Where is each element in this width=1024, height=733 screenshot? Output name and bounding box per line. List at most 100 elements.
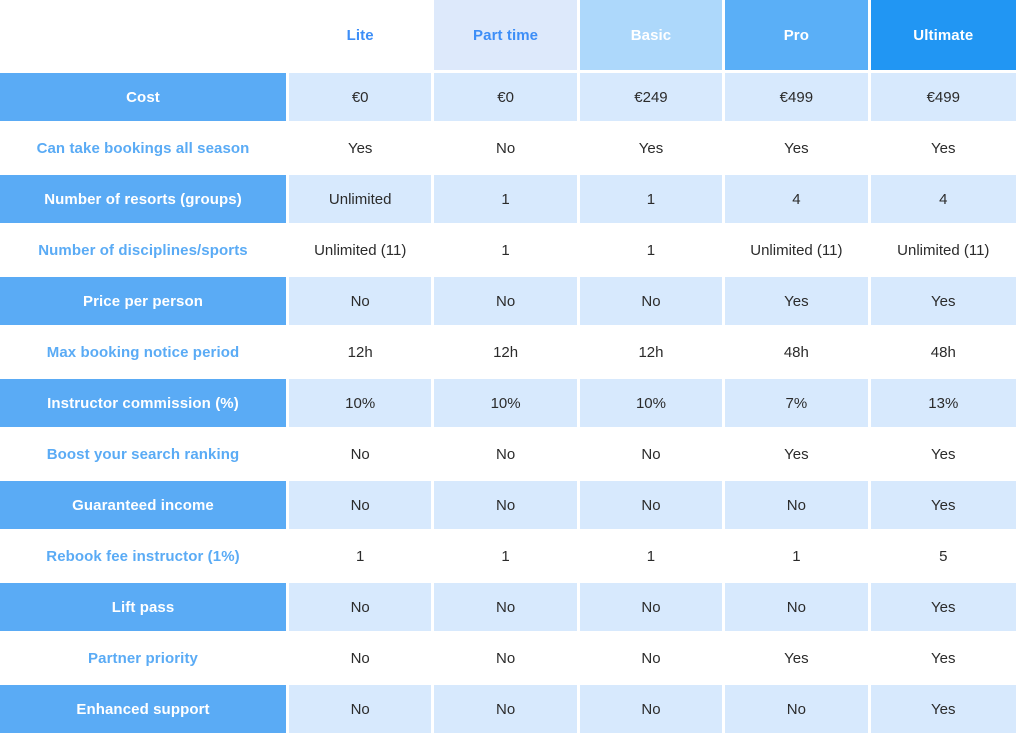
table-cell: Yes	[289, 121, 435, 172]
row-label: Price per person	[0, 274, 289, 325]
table-cell: 1	[579, 529, 726, 580]
table-cell: No	[289, 631, 435, 682]
table-cell: 10%	[434, 376, 580, 427]
table-cell: No	[725, 682, 871, 733]
table-cell: 48h	[870, 325, 1016, 376]
table-row: Can take bookings all season Yes No Yes Yes Y…	[0, 121, 1016, 172]
table-cell: 5	[870, 529, 1016, 580]
table-cell: No	[579, 274, 726, 325]
table-cell: 13%	[870, 376, 1016, 427]
table-row: Number of disciplines/sports Unlimited (1…	[0, 223, 1016, 274]
table-cell: 1	[434, 529, 580, 580]
table-cell: Yes	[579, 121, 726, 172]
column-header-part-time[interactable]: Part time	[434, 0, 580, 70]
row-label: Number of disciplines/sports	[0, 223, 289, 274]
table-row: Boost your search ranking No No No Yes Yes	[0, 427, 1016, 478]
table-cell: No	[434, 580, 580, 631]
table-cell: 48h	[725, 325, 871, 376]
column-header-lite[interactable]: Lite	[289, 0, 435, 70]
table-cell: No	[434, 631, 580, 682]
table-cell: €499	[870, 70, 1016, 121]
row-label: Enhanced support	[0, 682, 289, 733]
table-header: Lite Part time Basic Pro Ultimate	[0, 0, 1016, 70]
table-cell: Yes	[870, 682, 1016, 733]
table-row: Guaranteed income No No No No Yes	[0, 478, 1016, 529]
header-corner-cell	[0, 0, 289, 70]
table-cell: €499	[725, 70, 871, 121]
pricing-comparison-table: Lite Part time Basic Pro Ultimate Cost €0 €0 €2…	[0, 0, 1016, 733]
table-cell: No	[289, 682, 435, 733]
table-cell: 1	[434, 172, 580, 223]
table-cell: Yes	[870, 631, 1016, 682]
table-cell: No	[434, 478, 580, 529]
table-cell: 12h	[434, 325, 580, 376]
table-cell: €0	[289, 70, 435, 121]
table-cell: 1	[289, 529, 435, 580]
column-header-basic[interactable]: Basic	[579, 0, 726, 70]
row-label: Instructor commission (%)	[0, 376, 289, 427]
table-cell: Unlimited (11)	[870, 223, 1016, 274]
table-cell: No	[579, 427, 726, 478]
table-cell: 7%	[725, 376, 871, 427]
table-cell: No	[434, 274, 580, 325]
table-cell: Yes	[725, 427, 871, 478]
table-cell: No	[579, 478, 726, 529]
table-cell: No	[289, 580, 435, 631]
table-row: Number of resorts (groups) Unlimited 1 1 4 4	[0, 172, 1016, 223]
table-cell: Unlimited (11)	[725, 223, 871, 274]
table-cell: Yes	[870, 580, 1016, 631]
row-label: Lift pass	[0, 580, 289, 631]
table-cell: No	[289, 427, 435, 478]
header-row: Lite Part time Basic Pro Ultimate	[0, 0, 1016, 70]
table-cell: No	[434, 121, 580, 172]
row-label: Max booking notice period	[0, 325, 289, 376]
table-cell: 1	[434, 223, 580, 274]
table-cell: Yes	[870, 274, 1016, 325]
table-cell: Yes	[725, 631, 871, 682]
table-cell: 12h	[579, 325, 726, 376]
row-label: Partner priority	[0, 631, 289, 682]
row-label: Cost	[0, 70, 289, 121]
table-cell: No	[579, 682, 726, 733]
table-cell: 1	[579, 223, 726, 274]
table-row: Enhanced support No No No No Yes	[0, 682, 1016, 733]
table-cell: 4	[725, 172, 871, 223]
table-cell: No	[725, 478, 871, 529]
row-label: Rebook fee instructor (1%)	[0, 529, 289, 580]
row-label: Can take bookings all season	[0, 121, 289, 172]
table-row: Rebook fee instructor (1%) 1 1 1 1 5	[0, 529, 1016, 580]
table-cell: 10%	[289, 376, 435, 427]
table-cell: No	[579, 580, 726, 631]
table-cell: 4	[870, 172, 1016, 223]
table-cell: No	[579, 631, 726, 682]
table-cell: Yes	[870, 121, 1016, 172]
table-row: Instructor commission (%) 10% 10% 10% 7% 13%	[0, 376, 1016, 427]
table-cell: Unlimited	[289, 172, 435, 223]
table-cell: €249	[579, 70, 726, 121]
table-cell: No	[434, 682, 580, 733]
table-cell: Unlimited (11)	[289, 223, 435, 274]
table-row: Partner priority No No No Yes Yes	[0, 631, 1016, 682]
column-header-pro[interactable]: Pro	[725, 0, 871, 70]
table-cell: €0	[434, 70, 580, 121]
table-cell: No	[289, 274, 435, 325]
row-label: Number of resorts (groups)	[0, 172, 289, 223]
table-cell: 12h	[289, 325, 435, 376]
table-row: Lift pass No No No No Yes	[0, 580, 1016, 631]
table-cell: No	[289, 478, 435, 529]
table-row: Cost €0 €0 €249 €499 €499	[0, 70, 1016, 121]
column-header-ultimate[interactable]: Ultimate	[870, 0, 1016, 70]
table-cell: Yes	[725, 274, 871, 325]
table-cell: 1	[725, 529, 871, 580]
table-cell: 10%	[579, 376, 726, 427]
table-cell: 1	[579, 172, 726, 223]
table-cell: Yes	[725, 121, 871, 172]
table-cell: No	[434, 427, 580, 478]
row-label: Boost your search ranking	[0, 427, 289, 478]
table-row: Max booking notice period 12h 12h 12h 48h 48h	[0, 325, 1016, 376]
table-body: Cost €0 €0 €249 €499 €499 Can take bookings al…	[0, 70, 1016, 733]
table-cell: Yes	[870, 478, 1016, 529]
table-row: Price per person No No No Yes Yes	[0, 274, 1016, 325]
table-cell: Yes	[870, 427, 1016, 478]
row-label: Guaranteed income	[0, 478, 289, 529]
